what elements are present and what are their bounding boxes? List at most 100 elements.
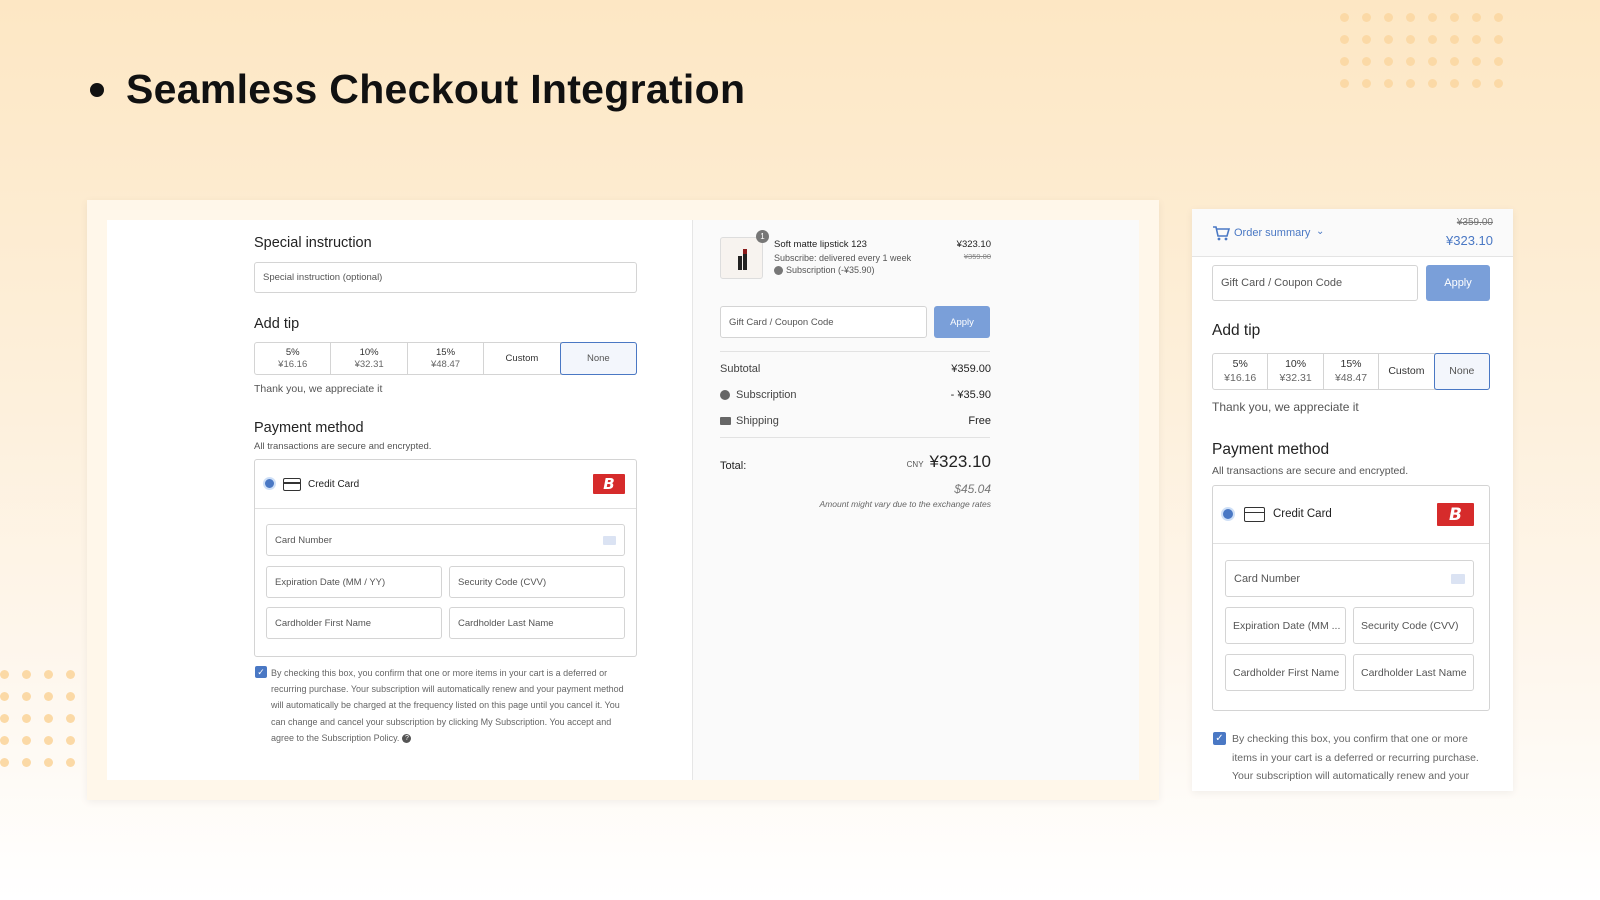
mobile-tip-option-10[interactable]: 10% ¥32.31 [1268,354,1324,389]
consent-line: items in your cart is a deferred or recu… [1232,751,1479,764]
total-usd: $45.04 [954,482,991,496]
consent-checkbox[interactable]: ✓ [255,666,267,678]
expiration-date-input[interactable]: Expiration Date (MM / YY) [266,566,442,598]
mobile-tip-option-none[interactable]: None [1433,353,1491,390]
subtotal-value: ¥359.00 [951,363,991,375]
brand-logo: B [593,474,625,494]
shipping-label: Shipping [736,415,779,427]
checkout-form: Special instruction Special instruction … [107,220,692,780]
tip-label: 10% [359,346,379,358]
product-thumbnail [720,237,763,279]
subscription-note-text: Subscription (-¥35.90) [786,265,875,275]
mobile-payment-subtitle: All transactions are secure and encrypte… [1212,465,1409,477]
decorative-dot [1450,79,1459,88]
mobile-first-name-input[interactable]: Cardholder First Name [1225,654,1346,691]
mobile-consent-checkbox[interactable]: ✓ [1213,732,1226,745]
consent-line: can change and cancel your subscription … [271,716,612,727]
mobile-tip-option-custom[interactable]: Custom [1379,354,1435,389]
subscription-row: Subscription [720,389,797,401]
decorative-dot [1450,13,1459,22]
subtotal-label: Subtotal [720,363,761,375]
mobile-tip-thanks: Thank you, we appreciate it [1212,400,1359,414]
mobile-summary-header[interactable]: Order summary ⌄ ¥359.00 ¥323.10 [1192,209,1513,257]
decorative-dot [1428,79,1437,88]
subscription-gear-icon [720,390,730,400]
consent-line: recurring purchase. Your subscription wi… [271,684,624,695]
payment-method-title: Payment method [254,420,364,436]
decorative-dot [1450,35,1459,44]
decorative-dot [44,758,53,767]
total-label: Total: [720,460,747,472]
decorative-dot [0,670,9,679]
credit-card-option[interactable]: Credit Card B [255,460,636,509]
chevron-down-icon: ⌄ [1316,226,1325,237]
decorative-dots-top-right [1340,13,1503,88]
cardholder-last-name-input[interactable]: Cardholder Last Name [449,607,625,639]
mobile-last-name-input[interactable]: Cardholder Last Name [1353,654,1474,691]
tip-thanks: Thank you, we appreciate it [254,383,383,395]
special-instruction-input[interactable]: Special instruction (optional) [254,262,637,293]
cardholder-first-name-input[interactable]: Cardholder First Name [266,607,442,639]
consent-line: By checking this box, you confirm that o… [271,668,608,678]
radio-selected-icon[interactable] [263,477,276,490]
apply-button[interactable]: Apply [934,306,990,338]
add-tip-title: Add tip [254,316,300,332]
decorative-dot [0,736,9,745]
decorative-dot [44,692,53,701]
mobile-expiration-input[interactable]: Expiration Date (MM ... [1225,607,1346,644]
radio-selected-icon[interactable] [1221,507,1235,521]
decorative-dot [1384,35,1393,44]
tip-amount: ¥16.16 [1224,371,1257,384]
security-code-input[interactable]: Security Code (CVV) [449,566,625,598]
mobile-payment-title: Payment method [1212,441,1330,458]
exchange-note: Amount might vary due to the exchange ra… [819,499,991,509]
tip-options: 5% ¥16.16 10% ¥32.31 15% ¥48.47 Custom None [254,342,638,375]
decorative-dot [66,692,75,701]
tip-option-10[interactable]: 10% ¥32.31 [331,343,408,374]
bullet-icon [90,82,104,97]
tip-amount: ¥32.31 [1279,371,1312,384]
tip-option-custom[interactable]: Custom [484,343,561,374]
consent-line: By checking this box, you confirm that o… [1232,733,1468,745]
mobile-apply-button[interactable]: Apply [1426,265,1490,301]
decorative-dot [1384,79,1393,88]
decorative-dot [1406,57,1415,66]
decorative-dot [1494,79,1503,88]
mobile-card-number-input[interactable]: Card Number [1225,560,1474,597]
payment-subtitle: All transactions are secure and encrypte… [254,441,432,452]
help-icon[interactable]: ? [402,733,412,743]
mobile-tip-options: 5% ¥16.16 10% ¥32.31 15% ¥48.47 Custom None [1212,353,1491,390]
tip-option-5[interactable]: 5% ¥16.16 [255,343,332,374]
order-summary: 1 Soft matte lipstick 123 Subscribe: del… [692,220,1139,780]
decorative-dot [0,692,9,701]
mobile-tip-option-5[interactable]: 5% ¥16.16 [1213,354,1269,389]
order-summary-label: Order summary [1234,227,1311,239]
decorative-dot [66,670,75,679]
card-number-input[interactable]: Card Number [266,524,625,556]
tip-option-none[interactable]: None [559,342,638,375]
tip-option-15[interactable]: 15% ¥48.47 [408,343,485,374]
tip-amount: ¥16.16 [278,358,308,370]
decorative-dot [1362,57,1371,66]
mobile-tip-option-15[interactable]: 15% ¥48.47 [1324,354,1380,389]
tip-amount: ¥32.31 [354,358,384,370]
decorative-dot [1428,35,1437,44]
product-subscription-note: Subscription (-¥35.90) [774,265,875,275]
tip-label: None [586,352,610,364]
mobile-consent-text: By checking this box, you confirm that o… [1232,730,1479,786]
decorative-dot [1428,57,1437,66]
decorative-dot [44,714,53,723]
coupon-input[interactable]: Gift Card / Coupon Code [720,306,927,338]
slide-title: Seamless Checkout Integration [126,66,746,112]
tip-label: 10% [1285,358,1307,371]
total-amount: ¥323.10 [929,452,991,471]
tip-amount: ¥48.47 [1334,371,1368,384]
mobile-credit-card-option[interactable]: Credit Card B [1213,486,1489,544]
special-instruction-title: Special instruction [254,235,372,251]
decorative-dot [1472,13,1481,22]
mobile-coupon-input[interactable]: Gift Card / Coupon Code [1212,265,1418,301]
mobile-cvv-input[interactable]: Security Code (CVV) [1353,607,1474,644]
truck-icon [720,417,731,425]
decorative-dot [1450,57,1459,66]
decorative-dot [1384,13,1393,22]
